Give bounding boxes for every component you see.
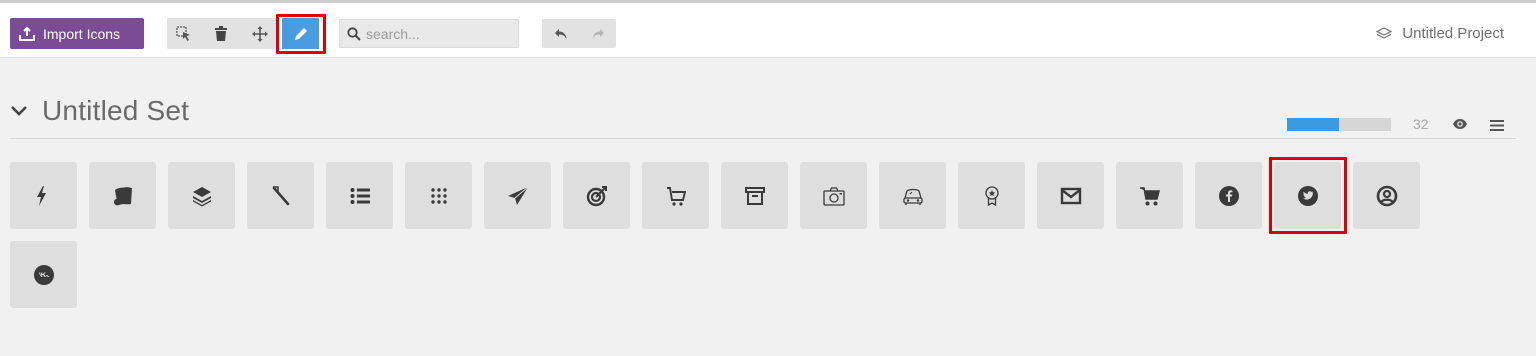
envelope-icon (1060, 187, 1081, 204)
award-icon (984, 185, 999, 206)
search-box (339, 19, 519, 48)
undo-button[interactable] (542, 19, 579, 48)
redo-button[interactable] (579, 19, 616, 48)
icon-tile-list[interactable] (326, 162, 393, 229)
trash-icon (215, 26, 227, 41)
search-input[interactable] (366, 23, 514, 44)
set-progress-bar (1287, 118, 1391, 131)
shopping-cart-icon (1139, 186, 1160, 205)
pencil-icon (294, 27, 307, 40)
camera-icon (822, 186, 845, 206)
facebook-icon (1218, 185, 1239, 206)
icon-tile-layers[interactable] (168, 162, 235, 229)
pencil-tool-button[interactable] (282, 18, 319, 49)
import-icon (19, 26, 35, 41)
top-toolbar: Import Icons search... Untitled Project (0, 0, 1536, 58)
import-icons-button[interactable]: Import Icons (10, 18, 144, 49)
archive-icon (744, 186, 765, 205)
icon-tile-archive[interactable] (721, 162, 788, 229)
chevron-down-icon (11, 106, 27, 116)
icon-tile-facebook[interactable] (1195, 162, 1262, 229)
grid-dots-icon (430, 187, 447, 204)
map-icon (113, 186, 132, 205)
twitter-icon (1297, 185, 1318, 206)
layers-icon (192, 186, 211, 206)
move-tool-button[interactable] (245, 18, 275, 49)
icon-tile-cart-outline[interactable] (642, 162, 709, 229)
icon-tile-twitter[interactable] (1274, 162, 1341, 229)
import-icons-label: Import Icons (43, 25, 121, 42)
lightning-icon (36, 185, 46, 206)
target-icon (586, 185, 607, 206)
set-collapse-toggle[interactable]: Untitled Set (10, 95, 189, 127)
undo-icon (554, 28, 566, 39)
set-progress-fill (1287, 118, 1339, 131)
set-menu-button[interactable] (1490, 118, 1504, 136)
select-icon (176, 25, 190, 41)
list-icon (350, 187, 370, 204)
icon-tile-grid-dots[interactable] (405, 162, 472, 229)
project-selector[interactable]: Untitled Project (1376, 25, 1504, 42)
cart-outline-icon (666, 186, 686, 206)
icon-count: 32 (1413, 116, 1429, 132)
select-tool-button[interactable] (169, 18, 199, 49)
icon-tile-envelope[interactable] (1037, 162, 1104, 229)
paper-plane-icon (507, 186, 528, 205)
hamburger-icon (1490, 120, 1504, 131)
search-icon (347, 27, 361, 41)
project-name: Untitled Project (1402, 25, 1504, 42)
move-icon (252, 25, 268, 42)
icon-tile-award[interactable] (958, 162, 1025, 229)
toothbrush-icon (272, 185, 289, 205)
eye-icon (1453, 119, 1467, 129)
icon-tile-map[interactable] (89, 162, 156, 229)
redo-icon (592, 28, 604, 39)
preview-toggle[interactable] (1452, 117, 1468, 135)
car-icon (902, 188, 923, 205)
edit-tool-group (167, 18, 280, 49)
user-circle-icon (1376, 185, 1397, 206)
layers-stack-icon (1376, 26, 1393, 39)
set-divider (10, 138, 1516, 139)
icon-tile-camera[interactable] (800, 162, 867, 229)
vk-icon (33, 264, 54, 285)
icon-tile-user-circle[interactable] (1353, 162, 1420, 229)
icon-tile-lightning[interactable] (10, 162, 77, 229)
icon-tile-paper-plane[interactable] (484, 162, 551, 229)
delete-tool-button[interactable] (206, 18, 236, 49)
icon-tile-toothbrush[interactable] (247, 162, 314, 229)
icon-tile-target[interactable] (563, 162, 630, 229)
icon-tile-car[interactable] (879, 162, 946, 229)
set-title: Untitled Set (42, 95, 190, 126)
history-group (542, 19, 616, 48)
icon-tile-shopping-cart[interactable] (1116, 162, 1183, 229)
icon-tile-vk[interactable] (10, 241, 77, 308)
